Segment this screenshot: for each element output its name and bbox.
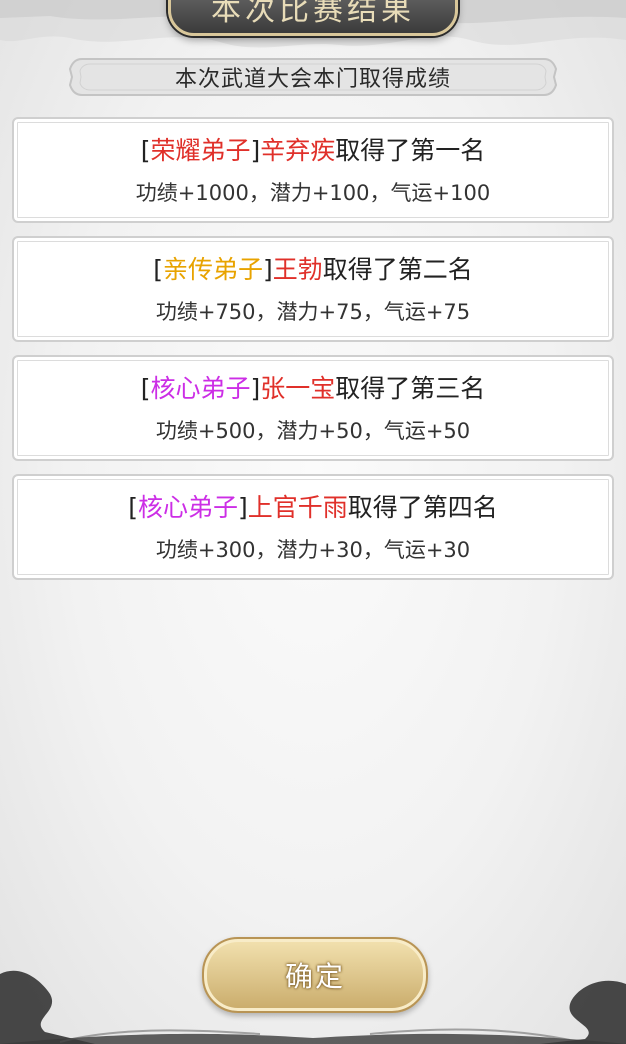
result-headline: [亲传弟子]王勃取得了第二名 — [14, 254, 612, 286]
reward-text: 功绩+300，潜力+30，气运+30 — [155, 538, 471, 562]
reward-text: 功绩+1000，潜力+100，气运+100 — [135, 181, 491, 205]
title-banner: 本次比赛结果 — [168, 0, 458, 36]
bracket-open: [ — [128, 493, 138, 522]
result-list: [荣耀弟子]辛弃疾取得了第一名 功绩+1000，潜力+100，气运+100 [亲… — [12, 117, 614, 593]
disciple-name: 王勃 — [272, 255, 323, 284]
result-card-2: [亲传弟子]王勃取得了第二名 功绩+750，潜力+75，气运+75 — [12, 236, 614, 342]
result-headline: [核心弟子]上官千雨取得了第四名 — [14, 492, 612, 524]
bracket-open: [ — [140, 374, 151, 403]
bracket-open: [ — [140, 136, 151, 165]
result-headline: [核心弟子]张一宝取得了第三名 — [14, 373, 612, 405]
disciple-name: 张一宝 — [260, 374, 336, 403]
placement-text: 取得了第三名 — [335, 374, 486, 403]
rank-title: 核心弟子 — [150, 374, 251, 403]
bracket-close: ] — [237, 493, 248, 522]
confirm-button-label: 确定 — [284, 960, 345, 993]
rank-title: 荣耀弟子 — [150, 136, 251, 165]
placement-text: 取得了第二名 — [322, 255, 473, 284]
result-card-4: [核心弟子]上官千雨取得了第四名 功绩+300，潜力+30，气运+30 — [12, 474, 614, 580]
rank-title: 核心弟子 — [137, 493, 238, 522]
result-card-3: [核心弟子]张一宝取得了第三名 功绩+500，潜力+50，气运+50 — [12, 355, 614, 461]
reward-text: 功绩+750，潜力+75，气运+75 — [155, 300, 471, 324]
result-card-1: [荣耀弟子]辛弃疾取得了第一名 功绩+1000，潜力+100，气运+100 — [12, 117, 614, 223]
disciple-name: 辛弃疾 — [260, 136, 336, 165]
disciple-name: 上官千雨 — [247, 493, 348, 522]
placement-text: 取得了第四名 — [347, 493, 498, 522]
subtitle-banner: 本次武道大会本门取得成绩 — [68, 55, 558, 99]
result-headline: [荣耀弟子]辛弃疾取得了第一名 — [14, 135, 612, 167]
placement-text: 取得了第一名 — [335, 136, 486, 165]
rank-title: 亲传弟子 — [162, 255, 263, 284]
bracket-open: [ — [153, 255, 163, 284]
bracket-close: ] — [250, 136, 261, 165]
bracket-close: ] — [262, 255, 273, 284]
bracket-close: ] — [250, 374, 261, 403]
page-subtitle: 本次武道大会本门取得成绩 — [174, 67, 451, 92]
confirm-button[interactable]: 确定 — [202, 937, 428, 1013]
reward-text: 功绩+500，潜力+50，气运+50 — [155, 419, 471, 443]
page-title: 本次比赛结果 — [211, 0, 415, 28]
